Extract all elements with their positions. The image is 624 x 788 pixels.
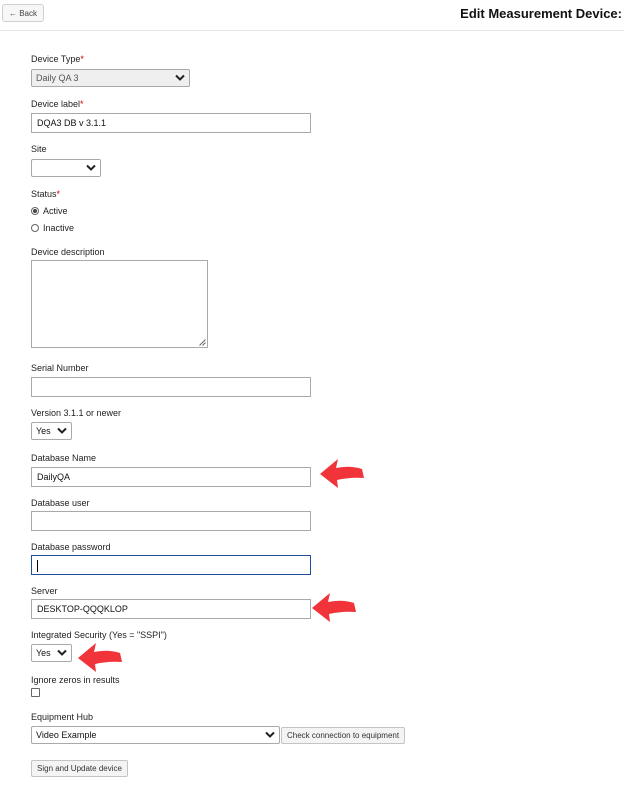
back-button[interactable]: ← Back	[2, 4, 45, 22]
device-description-label: Device description	[31, 247, 105, 257]
red-arrow-left-icon	[320, 459, 364, 488]
top-bar: ← Back Edit Measurement Device:	[0, 0, 624, 31]
integrated-security-value: Yes	[36, 648, 51, 658]
database-name-input[interactable]: DailyQA	[31, 467, 311, 487]
chevron-down-icon	[57, 649, 67, 656]
database-user-label: Database user	[31, 498, 90, 508]
equipment-hub-select[interactable]: Video Example	[31, 726, 280, 744]
status-option-active[interactable]: Active	[31, 206, 68, 216]
device-type-label: Device Type*	[31, 54, 84, 64]
equipment-hub-label: Equipment Hub	[31, 712, 94, 722]
database-user-input[interactable]	[31, 511, 311, 531]
resize-grip-icon[interactable]	[199, 339, 206, 346]
check-connection-button[interactable]: Check connection to equipment	[281, 727, 406, 744]
page-title: Edit Measurement Device:	[460, 6, 622, 21]
server-label: Server	[31, 586, 58, 596]
equipment-hub-value: Video Example	[36, 730, 97, 740]
serial-number-label: Serial Number	[31, 363, 89, 373]
integrated-security-label: Integrated Security (Yes = "SSPI")	[31, 630, 167, 640]
serial-number-input[interactable]	[31, 377, 311, 397]
database-password-label: Database password	[31, 542, 111, 552]
device-description-textarea[interactable]	[31, 260, 208, 348]
chevron-down-icon	[175, 74, 185, 81]
site-label: Site	[31, 144, 47, 154]
device-type-value: Daily QA 3	[36, 73, 79, 83]
required-mark: *	[80, 99, 84, 109]
status-label: Status*	[31, 189, 61, 199]
status-active-label: Active	[43, 206, 68, 216]
site-select[interactable]	[31, 159, 101, 177]
text-caret	[37, 559, 38, 572]
version-value: Yes	[36, 426, 51, 436]
status-inactive-radio[interactable]	[31, 224, 39, 232]
red-arrow-left-icon	[78, 643, 122, 672]
red-arrow-left-icon	[312, 593, 356, 622]
integrated-security-select[interactable]: Yes	[31, 644, 72, 662]
ignore-zeros-label: Ignore zeros in results	[31, 675, 120, 685]
chevron-down-icon	[265, 731, 275, 738]
sign-and-update-button[interactable]: Sign and Update device	[31, 760, 128, 777]
version-select[interactable]: Yes	[31, 422, 72, 440]
database-password-input[interactable]	[31, 555, 311, 575]
version-label: Version 3.1.1 or newer	[31, 408, 122, 418]
required-mark: *	[56, 189, 61, 199]
device-type-select[interactable]: Daily QA 3	[31, 69, 190, 87]
status-active-radio[interactable]	[31, 207, 39, 215]
server-input[interactable]: DESKTOP-QQQKLOP	[31, 599, 311, 619]
device-label-label: Device label*	[31, 99, 84, 109]
edit-device-page: ← Back Edit Measurement Device: Device T…	[0, 0, 624, 788]
status-inactive-label: Inactive	[43, 223, 75, 233]
status-option-inactive[interactable]: Inactive	[31, 223, 74, 233]
ignore-zeros-checkbox[interactable]	[31, 688, 40, 697]
database-name-label: Database Name	[31, 453, 97, 463]
device-label-input[interactable]: DQA3 DB v 3.1.1	[31, 113, 311, 133]
chevron-down-icon	[86, 164, 96, 171]
required-mark: *	[80, 54, 84, 64]
chevron-down-icon	[57, 427, 67, 434]
